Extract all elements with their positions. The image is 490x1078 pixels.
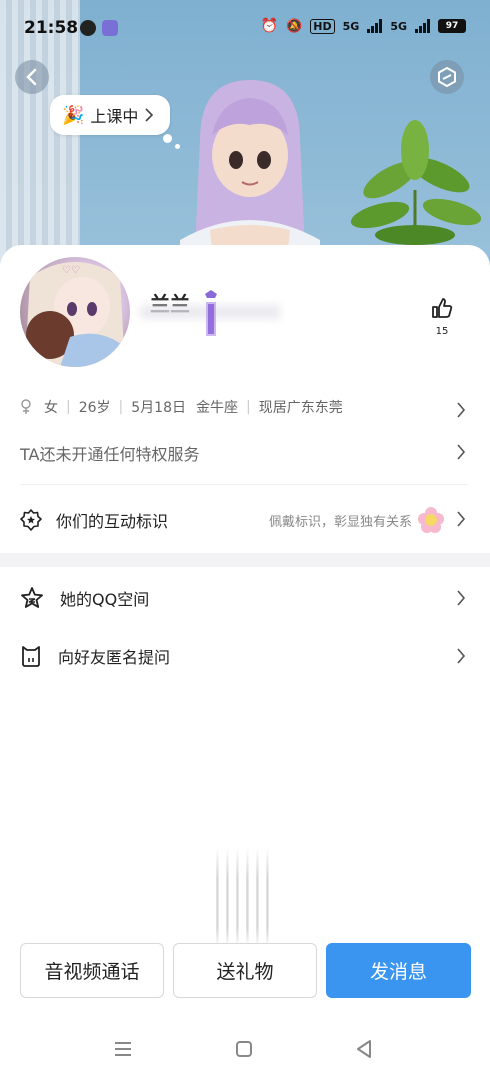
chevron-right-icon: [457, 511, 466, 527]
send-gift-button[interactable]: 送礼物: [173, 943, 317, 998]
avatar[interactable]: ♡♡: [20, 257, 130, 367]
hd-label: HD: [310, 18, 335, 34]
like-count: 15: [435, 326, 449, 337]
plant-decoration: [350, 120, 482, 260]
divider-bar: |: [118, 399, 124, 415]
home-icon[interactable]: [232, 1037, 256, 1061]
divider-bar: |: [66, 399, 71, 415]
chevron-left-icon: [26, 68, 37, 86]
divider-bar: |: [246, 399, 251, 415]
list-item-label: 向好友匿名提问: [58, 648, 171, 667]
signal-icon-2: [415, 19, 430, 33]
notification-icons: [80, 20, 118, 36]
app-notification-icon: [102, 20, 118, 36]
age-text: 26岁: [78, 400, 111, 416]
status-bar: 21:58 ⏰ 🔕 HD 5G 5G 97: [0, 0, 490, 58]
back-button[interactable]: [15, 60, 49, 94]
like-button[interactable]: 15: [428, 296, 456, 337]
svg-text:♡♡: ♡♡: [62, 265, 80, 276]
network-label-b: 5G: [390, 19, 407, 33]
gender-text: 女: [44, 400, 58, 416]
basic-info-row[interactable]: 女 | 26岁 | 5月18日 金牛座 | 现居广东东莞: [20, 397, 470, 417]
system-nav-bar: [0, 1018, 490, 1078]
back-triangle-icon[interactable]: [352, 1037, 376, 1061]
signal-icon: [367, 19, 383, 33]
interaction-hint: 佩戴标识，彰显独有关系: [268, 514, 412, 530]
status-time: 21:58: [24, 18, 79, 38]
privilege-text[interactable]: TA还未开通任何特权服务: [20, 441, 199, 465]
anonymous-question-row[interactable]: 向好友匿名提问: [20, 641, 470, 671]
hexagon-menu-icon: [438, 67, 456, 87]
avatar-image: ♡♡: [25, 262, 125, 367]
flower-badge-icon: [418, 507, 444, 533]
star-icon: [21, 587, 43, 608]
divider: [20, 484, 468, 485]
zodiac-text: 金牛座: [196, 400, 238, 416]
menu-icon[interactable]: [111, 1037, 135, 1061]
thumbs-up-icon: [432, 298, 453, 318]
battery-icon: 97: [438, 19, 466, 33]
female-icon: [21, 399, 31, 414]
bubble-tail: [163, 134, 172, 143]
cat-box-icon: [22, 646, 40, 667]
chevron-right-icon: [457, 648, 466, 664]
video-call-button[interactable]: 音视频通话: [20, 943, 164, 998]
chevron-right-icon: [145, 108, 154, 122]
vip-badge-icon: [205, 290, 217, 336]
badge-gear-icon: [20, 509, 42, 531]
chevron-right-icon: [457, 444, 466, 460]
wechat-icon: [80, 20, 96, 36]
chevron-right-icon: [457, 402, 466, 418]
interaction-title: 你们的互动标识: [56, 512, 169, 531]
qzone-row[interactable]: 她的QQ空间: [20, 583, 470, 613]
list-item-label: 她的QQ空间: [60, 590, 150, 609]
status-label: 上课中: [90, 107, 139, 126]
network-label-a: 5G: [342, 19, 360, 33]
avatar-3d-character: [180, 80, 320, 270]
location-text: 现居广东东莞: [258, 400, 343, 416]
section-separator: [0, 553, 490, 567]
party-popper-icon: 🎉: [62, 104, 85, 126]
more-menu-button[interactable]: [430, 60, 464, 94]
birthday-text: 5月18日: [131, 400, 186, 416]
mute-icon: 🔕: [286, 18, 303, 34]
alarm-icon: ⏰: [260, 18, 279, 34]
chevron-right-icon: [457, 590, 466, 606]
send-message-button[interactable]: 发消息: [326, 943, 471, 998]
status-right: ⏰ 🔕 HD 5G 5G 97: [261, 18, 466, 34]
bubble-tail-small: [175, 144, 180, 149]
gift-animation-streak: [213, 848, 275, 948]
interaction-badge-row[interactable]: 你们的互动标识 佩戴标识，彰显独有关系: [20, 505, 470, 535]
status-bubble[interactable]: 🎉 上课中: [50, 95, 171, 135]
